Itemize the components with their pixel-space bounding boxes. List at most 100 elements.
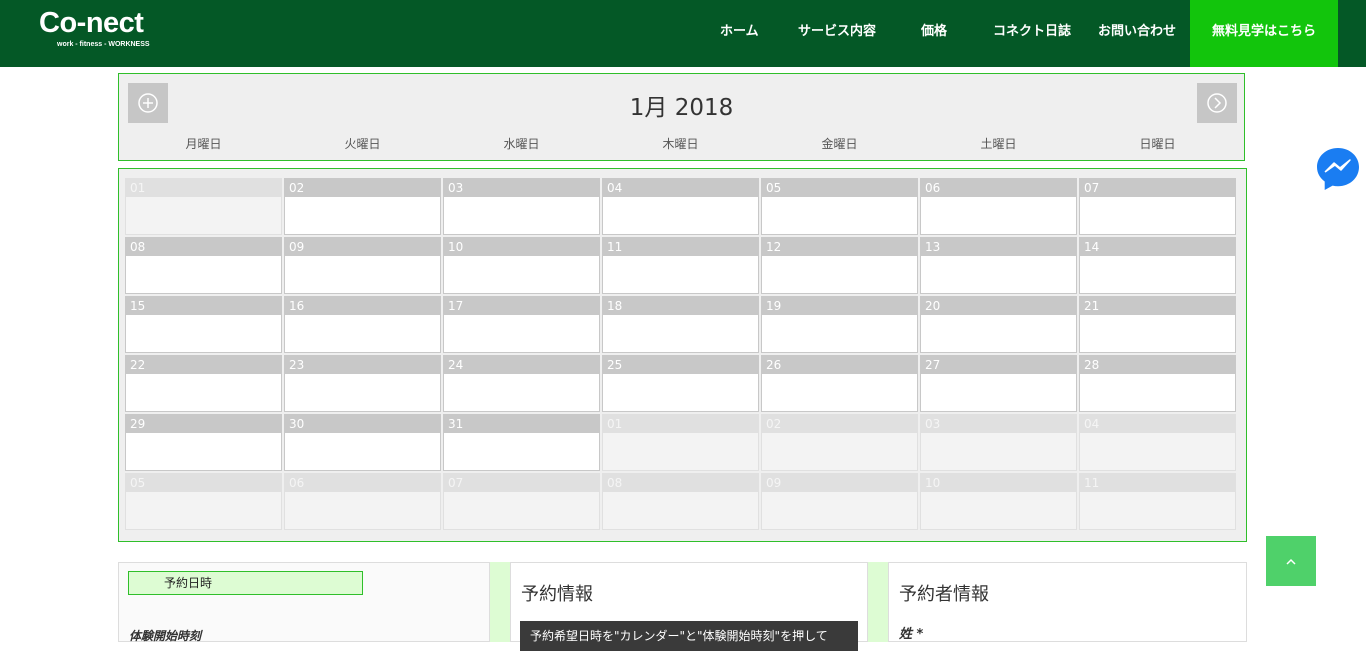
weekday-sun: 日曜日 — [1139, 137, 1176, 151]
messenger-button[interactable] — [1314, 145, 1362, 193]
logo-tagline: work - fitness - WORKNESS — [57, 41, 150, 48]
booker-info-title: 予約者情報 — [899, 584, 989, 605]
calendar-day: 02 — [761, 414, 918, 471]
calendar-day[interactable]: 21 — [1079, 296, 1236, 353]
calendar-day-number: 05 — [762, 179, 917, 197]
back-to-top-button[interactable] — [1266, 536, 1316, 586]
calendar-day-number: 25 — [603, 356, 758, 374]
calendar-day[interactable]: 20 — [920, 296, 1077, 353]
calendar-day[interactable]: 18 — [602, 296, 759, 353]
calendar-day-number: 03 — [444, 179, 599, 197]
chevron-up-icon — [1286, 558, 1296, 565]
calendar-day-number: 22 — [126, 356, 281, 374]
calendar-day[interactable]: 08 — [125, 237, 282, 294]
calendar-day[interactable]: 11 — [602, 237, 759, 294]
calendar-day[interactable]: 23 — [284, 355, 441, 412]
calendar-day[interactable]: 25 — [602, 355, 759, 412]
calendar-day[interactable]: 14 — [1079, 237, 1236, 294]
calendar-day-number: 28 — [1080, 356, 1235, 374]
weekday-mon: 月曜日 — [185, 137, 222, 151]
calendar-day[interactable]: 07 — [1079, 178, 1236, 235]
calendar-day-number: 14 — [1080, 238, 1235, 256]
nav-home[interactable]: ホーム — [720, 0, 759, 67]
booker-info-panel: 予約者情報 姓 * — [888, 562, 1247, 642]
calendar-day-number: 23 — [285, 356, 440, 374]
calendar-day[interactable]: 09 — [284, 237, 441, 294]
calendar-day-number: 07 — [1080, 179, 1235, 197]
calendar-day[interactable]: 13 — [920, 237, 1077, 294]
calendar-day-number: 08 — [603, 474, 758, 492]
calendar-day[interactable]: 02 — [284, 178, 441, 235]
calendar-day-number: 29 — [126, 415, 281, 433]
calendar-day[interactable]: 22 — [125, 355, 282, 412]
calendar-day[interactable]: 24 — [443, 355, 600, 412]
calendar-day[interactable]: 10 — [443, 237, 600, 294]
calendar-grid: 01 02 03 04 05 06 07 08 09 10 11 12 13 14 15 16 17 18 19 20… — [118, 168, 1247, 542]
calendar-day-number: 12 — [762, 238, 917, 256]
calendar-day-number: 26 — [762, 356, 917, 374]
reservation-info-panel: 予約情報 予約希望日時を"カレンダー"と"体験開始時刻"を押して — [510, 562, 868, 651]
calendar-day-number: 16 — [285, 297, 440, 315]
calendar-month-title: 1月 2018 — [629, 95, 734, 121]
chevron-right-circle-icon — [1207, 93, 1227, 113]
calendar-day-number: 15 — [126, 297, 281, 315]
calendar-day[interactable]: 17 — [443, 296, 600, 353]
calendar-day[interactable]: 15 — [125, 296, 282, 353]
calendar-day-number: 01 — [126, 179, 281, 197]
reservation-info-title: 予約情報 — [521, 584, 593, 605]
calendar-day[interactable]: 31 — [443, 414, 600, 471]
panel-divider — [868, 562, 888, 642]
calendar-day[interactable]: 05 — [761, 178, 918, 235]
calendar-day-number: 24 — [444, 356, 599, 374]
calendar-day-number: 10 — [921, 474, 1076, 492]
calendar-day-number: 11 — [603, 238, 758, 256]
calendar-day-number: 04 — [1080, 415, 1235, 433]
nav-services[interactable]: サービス内容 — [798, 0, 876, 67]
calendar-day-number: 07 — [444, 474, 599, 492]
panel-divider — [490, 562, 510, 642]
calendar-day-number: 10 — [444, 238, 599, 256]
calendar-header: 1月 2018 月曜日 火曜日 水曜日 木曜日 金曜日 土曜日 日曜日 — [118, 73, 1245, 161]
datetime-panel: 予約日時 体験開始時刻 — [118, 562, 490, 643]
calendar-day[interactable]: 29 — [125, 414, 282, 471]
calendar-day[interactable]: 16 — [284, 296, 441, 353]
calendar-day-number: 17 — [444, 297, 599, 315]
nav-contact[interactable]: お問い合わせ — [1098, 0, 1176, 67]
calendar-day[interactable]: 12 — [761, 237, 918, 294]
calendar-day: 10 — [920, 473, 1077, 530]
weekday-sat: 土曜日 — [980, 137, 1017, 151]
calendar-day-number: 11 — [1080, 474, 1235, 492]
calendar-day[interactable]: 06 — [920, 178, 1077, 235]
site-header: Co-nect work - fitness - WORKNESS ホーム サー… — [0, 0, 1366, 67]
calendar-day-number: 31 — [444, 415, 599, 433]
calendar-day-number: 02 — [285, 179, 440, 197]
free-tour-button[interactable]: 無料見学はこちら — [1190, 0, 1338, 67]
calendar-day-number: 27 — [921, 356, 1076, 374]
nav-blog[interactable]: コネクト日誌 — [993, 0, 1071, 67]
datetime-tag: 予約日時 — [128, 571, 363, 595]
calendar-day: 01 — [602, 414, 759, 471]
calendar-day-number: 18 — [603, 297, 758, 315]
calendar-day-number: 02 — [762, 415, 917, 433]
calendar-day: 05 — [125, 473, 282, 530]
next-month-button[interactable] — [1197, 83, 1237, 123]
logo[interactable]: Co-nect work - fitness - WORKNESS — [39, 6, 150, 48]
weekday-tue: 火曜日 — [344, 137, 381, 151]
calendar-day[interactable]: 19 — [761, 296, 918, 353]
nav-price[interactable]: 価格 — [921, 0, 947, 67]
calendar-day-number: 19 — [762, 297, 917, 315]
calendar-day[interactable]: 28 — [1079, 355, 1236, 412]
calendar-day-number: 03 — [921, 415, 1076, 433]
calendar-day[interactable]: 27 — [920, 355, 1077, 412]
calendar-day-number: 20 — [921, 297, 1076, 315]
calendar-day: 03 — [920, 414, 1077, 471]
calendar-day: 07 — [443, 473, 600, 530]
messenger-icon — [1317, 148, 1359, 190]
calendar-day: 01 — [125, 178, 282, 235]
calendar-day: 11 — [1079, 473, 1236, 530]
calendar-day[interactable]: 26 — [761, 355, 918, 412]
calendar-day: 04 — [1079, 414, 1236, 471]
calendar-day[interactable]: 04 — [602, 178, 759, 235]
calendar-day[interactable]: 30 — [284, 414, 441, 471]
calendar-day[interactable]: 03 — [443, 178, 600, 235]
